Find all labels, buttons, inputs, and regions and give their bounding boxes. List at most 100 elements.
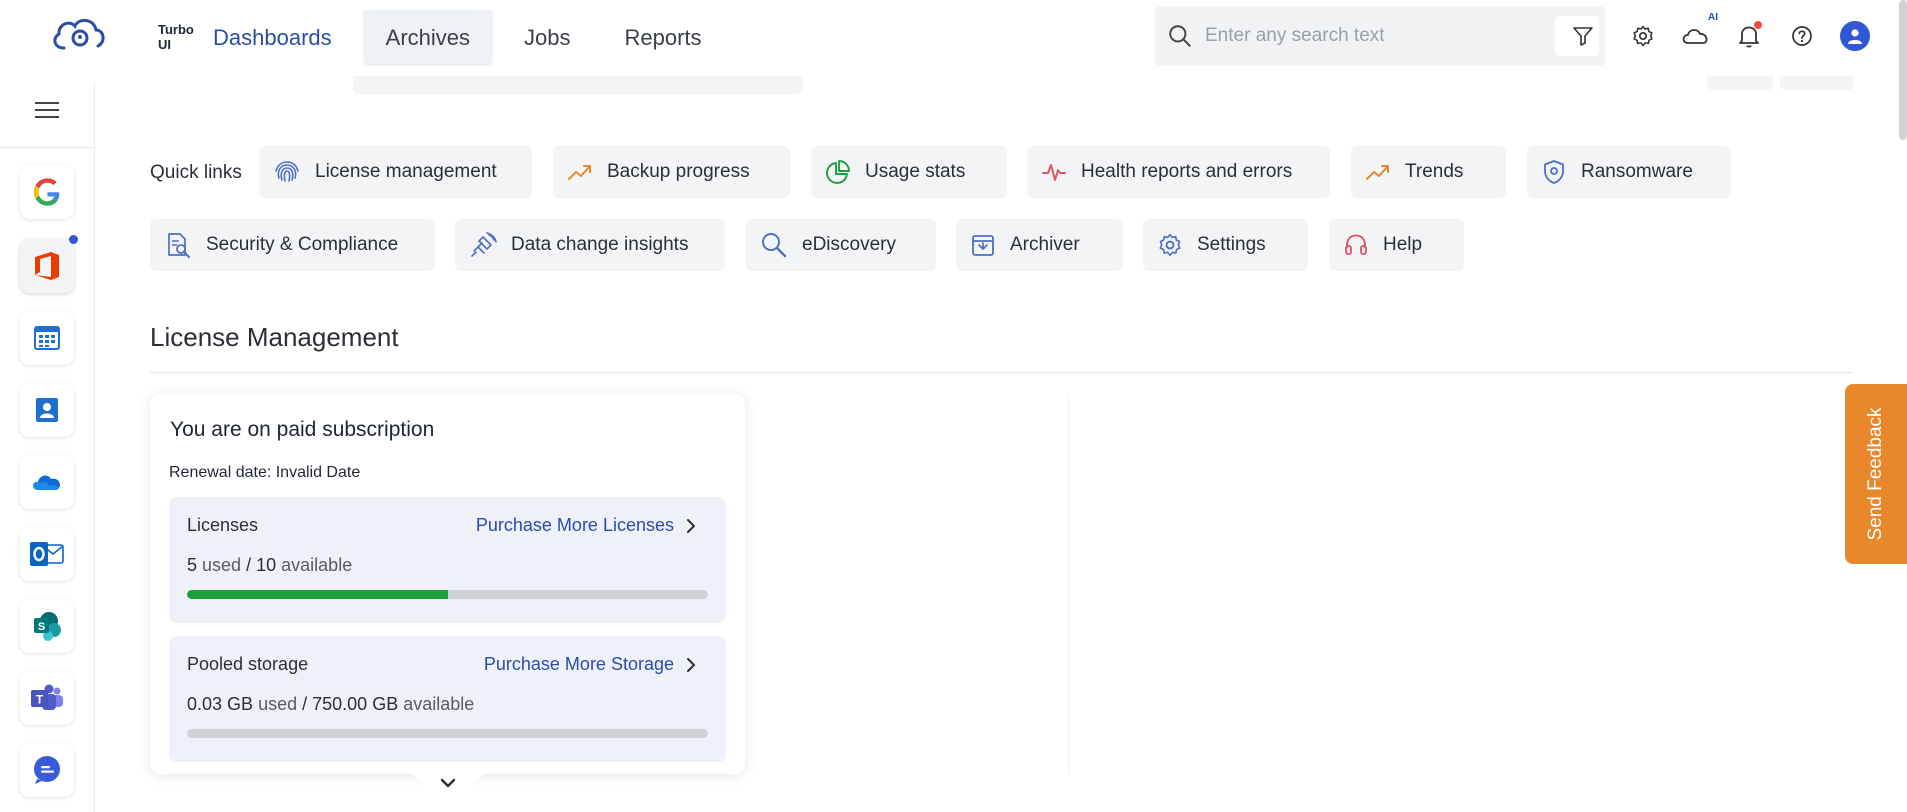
nav-reports[interactable]: Reports [601, 10, 724, 66]
app-logo-text: Turbo UI [158, 22, 194, 52]
chat-bubble-icon [34, 756, 60, 784]
pulse-icon [1042, 164, 1066, 181]
quick-link-data-change-insights[interactable]: Data change insights [455, 219, 725, 271]
quick-link-ransomware[interactable]: Ransomware [1527, 146, 1731, 198]
filter-icon [1573, 27, 1593, 46]
user-account-button[interactable] [1837, 18, 1873, 54]
licenses-usage: 5 used / 10 available [187, 555, 353, 575]
archive-box-icon [972, 235, 994, 256]
settings-button[interactable] [1625, 18, 1661, 54]
svg-text:T: T [36, 693, 44, 707]
quick-link-settings[interactable]: Settings [1143, 219, 1308, 271]
teams-icon: T [31, 684, 63, 710]
quick-link-license-management[interactable]: License management [259, 146, 532, 198]
quick-link-label: Ransomware [1581, 161, 1693, 182]
app-logo[interactable]: Turbo UI [50, 12, 194, 56]
storage-usage: 0.03 GB used / 750.00 GB available [187, 694, 475, 714]
collapsed-toolbar [353, 76, 803, 94]
fingerprint-icon [275, 161, 299, 182]
header-actions: AI [1625, 12, 1890, 54]
sidebar-app-calendar[interactable] [20, 311, 74, 365]
purchase-licenses-label: Purchase More Licenses [475, 515, 674, 535]
collapsed-toolbar-button [1780, 76, 1854, 90]
sidebar-app-google[interactable] [20, 165, 74, 219]
help-circle-icon [1792, 26, 1812, 46]
sidebar-app-office365[interactable] [20, 235, 78, 293]
sidebar-app-sharepoint[interactable]: S [20, 599, 74, 653]
quick-link-health-reports[interactable]: Health reports and errors [1027, 146, 1330, 198]
quick-link-usage-stats[interactable]: Usage stats [811, 146, 1007, 198]
menu-toggle-icon[interactable] [35, 102, 59, 120]
quick-link-help[interactable]: Help [1329, 219, 1464, 271]
ai-cloud-button[interactable]: AI [1678, 12, 1718, 54]
licenses-progress-fill [187, 590, 448, 599]
magnifier-icon [762, 233, 787, 258]
quick-link-label: Trends [1405, 161, 1464, 182]
cloud-logo-icon [53, 19, 105, 50]
quick-link-label: eDiscovery [802, 234, 896, 255]
quick-link-label: Help [1383, 234, 1423, 255]
sidebar-app-chat[interactable] [20, 743, 74, 797]
main-nav: Dashboards Archives Jobs Reports [190, 10, 725, 66]
storage-panel: Pooled storage Purchase More Storage 0.0… [169, 636, 726, 762]
license-card: You are on paid subscription Renewal dat… [150, 394, 745, 774]
search-icon [1169, 25, 1191, 47]
quick-link-label: Backup progress [607, 161, 750, 182]
quick-link-archiver[interactable]: Archiver [956, 219, 1123, 271]
send-feedback-tab[interactable]: Send Feedback [1845, 384, 1907, 564]
licenses-label: Licenses [187, 515, 259, 535]
search-input[interactable] [1205, 25, 1535, 47]
google-icon [33, 178, 60, 206]
office-icon [35, 252, 59, 280]
chevron-down-icon [408, 770, 488, 801]
sharepoint-icon: S [34, 612, 61, 641]
svg-text:S: S [38, 621, 45, 633]
sidebar-app-outlook[interactable] [20, 527, 74, 581]
nav-archives[interactable]: Archives [362, 10, 493, 66]
nav-dashboards[interactable]: Dashboards [190, 10, 355, 66]
purchase-storage-label: Purchase More Storage [483, 654, 674, 674]
storage-total-value: 750.00 GB [312, 694, 399, 714]
chevron-right-icon [687, 518, 695, 533]
purchase-licenses-link[interactable]: Purchase More Licenses [476, 515, 700, 536]
storage-used-value: 0.03 GB [187, 694, 254, 714]
page-scrollbar[interactable] [1899, 0, 1907, 140]
notifications-button[interactable] [1731, 18, 1767, 54]
quick-link-label: License management [315, 161, 497, 182]
filter-button[interactable] [1555, 16, 1599, 56]
storage-used-word: used [258, 694, 298, 714]
quick-link-security-compliance[interactable]: Security & Compliance [150, 219, 435, 271]
section-title: License Management [150, 322, 399, 352]
send-feedback-label: Send Feedback [1865, 407, 1886, 541]
quick-link-trends[interactable]: Trends [1351, 146, 1506, 198]
quick-link-label: Health reports and errors [1081, 161, 1293, 182]
quick-link-label: Security & Compliance [206, 234, 399, 255]
licenses-used-word: used [202, 555, 242, 575]
outlook-icon [30, 542, 64, 566]
shield-icon [1544, 160, 1564, 184]
trend-up-icon [568, 165, 591, 180]
quick-link-backup-progress[interactable]: Backup progress [553, 146, 790, 198]
notification-dot [1754, 21, 1762, 29]
expand-card-button[interactable] [408, 770, 488, 804]
sidebar-app-teams[interactable]: T [20, 671, 74, 725]
quick-link-ediscovery[interactable]: eDiscovery [746, 219, 936, 271]
nav-jobs[interactable]: Jobs [501, 10, 593, 66]
user-icon [1848, 29, 1862, 44]
renewal-date: Renewal date: Invalid Date [169, 464, 361, 481]
quick-link-label: Usage stats [865, 161, 966, 182]
sidebar-app-onedrive[interactable] [20, 455, 74, 509]
storage-progress-bar [187, 729, 708, 738]
top-bar: Turbo UI Dashboards Archives Jobs Report… [0, 0, 1907, 140]
sidebar-app-contacts[interactable] [20, 383, 74, 437]
cloud-ai-icon [1682, 29, 1708, 44]
gear-icon [1633, 25, 1653, 47]
app-sidebar: S T [0, 82, 95, 812]
purchase-storage-link[interactable]: Purchase More Storage [484, 654, 700, 675]
contacts-icon [36, 398, 58, 422]
help-button[interactable] [1784, 18, 1820, 54]
licenses-used-value: 5 [187, 555, 198, 575]
quick-links-label: Quick links [150, 162, 242, 183]
collapsed-toolbar-button [1707, 76, 1773, 90]
onedrive-cloud-icon [33, 475, 61, 490]
